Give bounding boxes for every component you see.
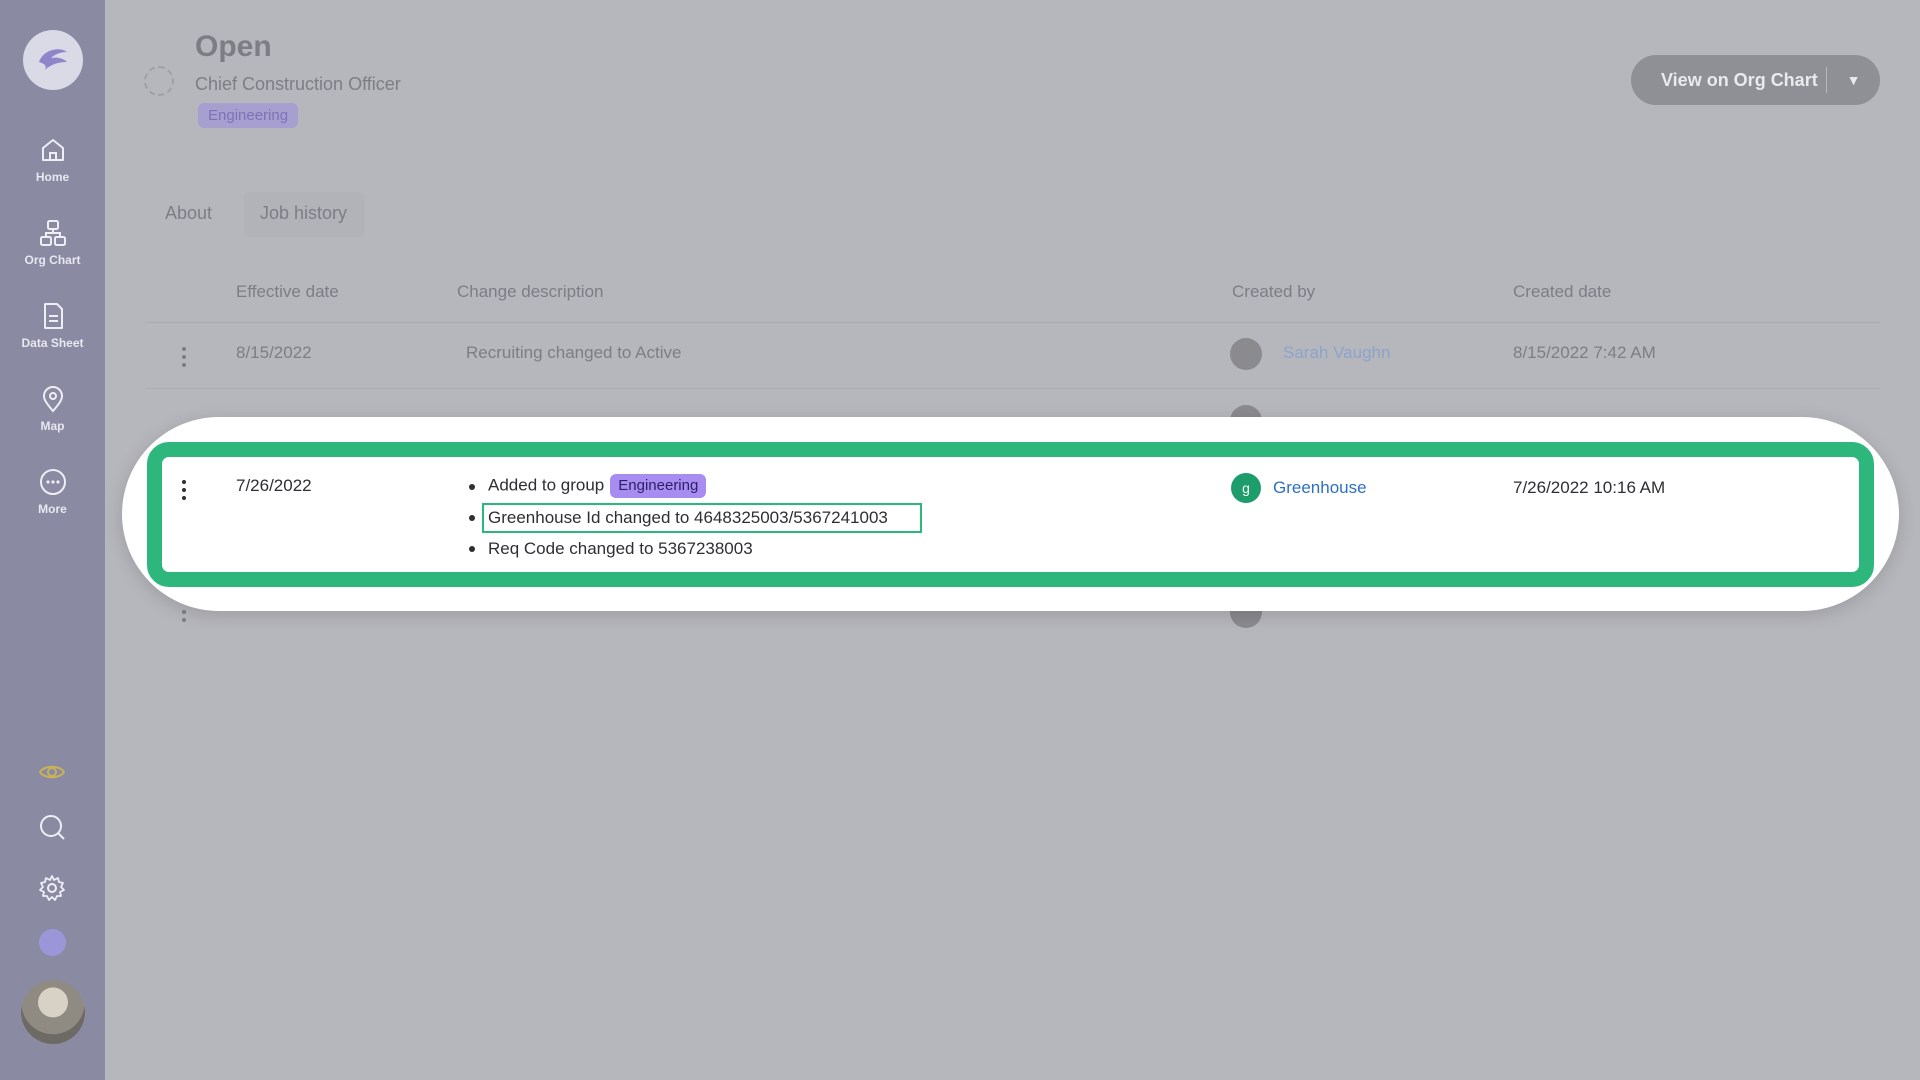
change-item: Req Code changed to 5367238003: [488, 539, 753, 558]
list-bullet: [469, 546, 475, 552]
view-on-org-chart-button[interactable]: View on Org Chart ▼: [1631, 55, 1880, 105]
workspace-logo-icon[interactable]: [39, 929, 66, 956]
row-menu-icon[interactable]: [182, 610, 186, 626]
column-header-created-by[interactable]: Created by: [1232, 282, 1315, 302]
row-change-description: Recruiting changed to Active: [466, 343, 682, 362]
greenhouse-avatar: g: [1231, 473, 1261, 503]
tab-about[interactable]: About: [165, 203, 212, 224]
nav-org-chart[interactable]: Org Chart: [0, 218, 105, 267]
map-pin-icon: [42, 386, 63, 413]
tab-job-history[interactable]: Job history: [260, 203, 347, 224]
page-title: Open: [195, 30, 272, 63]
nav-home[interactable]: Home: [0, 135, 105, 184]
org-chart-icon: [39, 220, 66, 246]
change-text: Added to group: [488, 475, 605, 495]
position-title: Chief Construction Officer: [195, 74, 401, 94]
position-status-icon: [144, 66, 174, 96]
list-bullet: [469, 484, 475, 490]
column-header-effective-date[interactable]: Effective date: [236, 282, 339, 302]
change-item: Added to group Engineering: [488, 474, 707, 498]
gear-icon[interactable]: [37, 873, 67, 903]
group-tag[interactable]: Engineering: [198, 103, 299, 128]
row-created-date: 7/26/2022 10:16 AM: [1513, 478, 1666, 497]
app-logo[interactable]: [23, 30, 83, 90]
chevron-down-icon[interactable]: ▼: [1827, 72, 1880, 88]
nav-map[interactable]: Map: [0, 384, 105, 433]
nav-home-label: Home: [35, 170, 70, 184]
creator-link[interactable]: Sarah Vaughn: [1283, 343, 1390, 363]
nav-data-sheet-label: Data Sheet: [21, 336, 84, 350]
nav-org-chart-label: Org Chart: [24, 253, 81, 267]
bird-logo-icon: [39, 49, 67, 70]
list-bullet: [469, 515, 475, 521]
row-menu-icon[interactable]: [182, 480, 186, 504]
nav-map-label: Map: [40, 419, 65, 433]
header-divider: [145, 322, 1880, 323]
nav-data-sheet[interactable]: Data Sheet: [0, 301, 105, 350]
row-menu-icon[interactable]: [182, 347, 186, 371]
highlighted-row-frame: [147, 442, 1874, 587]
column-header-change-description[interactable]: Change description: [457, 282, 603, 302]
home-icon: [41, 139, 64, 161]
creator-link[interactable]: Greenhouse: [1273, 478, 1367, 498]
row-divider: [145, 388, 1880, 389]
user-avatar[interactable]: [21, 980, 85, 1044]
data-sheet-icon: [43, 303, 63, 329]
more-icon: [39, 469, 66, 495]
search-icon[interactable]: [37, 812, 67, 842]
change-item: Greenhouse Id changed to 4648325003/5367…: [488, 508, 888, 527]
creator-avatar: [1230, 338, 1262, 370]
row-effective-date: 7/26/2022: [236, 476, 312, 495]
nav-more-label: More: [38, 502, 67, 516]
row-effective-date: 8/15/2022: [236, 343, 312, 362]
column-header-created-date[interactable]: Created date: [1513, 282, 1611, 302]
row-created-date: 8/15/2022 7:42 AM: [1513, 343, 1656, 362]
view-on-org-chart-label[interactable]: View on Org Chart: [1631, 70, 1826, 91]
group-tag[interactable]: Engineering: [610, 474, 707, 498]
nav-more[interactable]: More: [0, 467, 105, 516]
sidebar: Home Org Chart Data Sheet Map More: [0, 0, 105, 1080]
eye-icon[interactable]: [37, 757, 67, 787]
